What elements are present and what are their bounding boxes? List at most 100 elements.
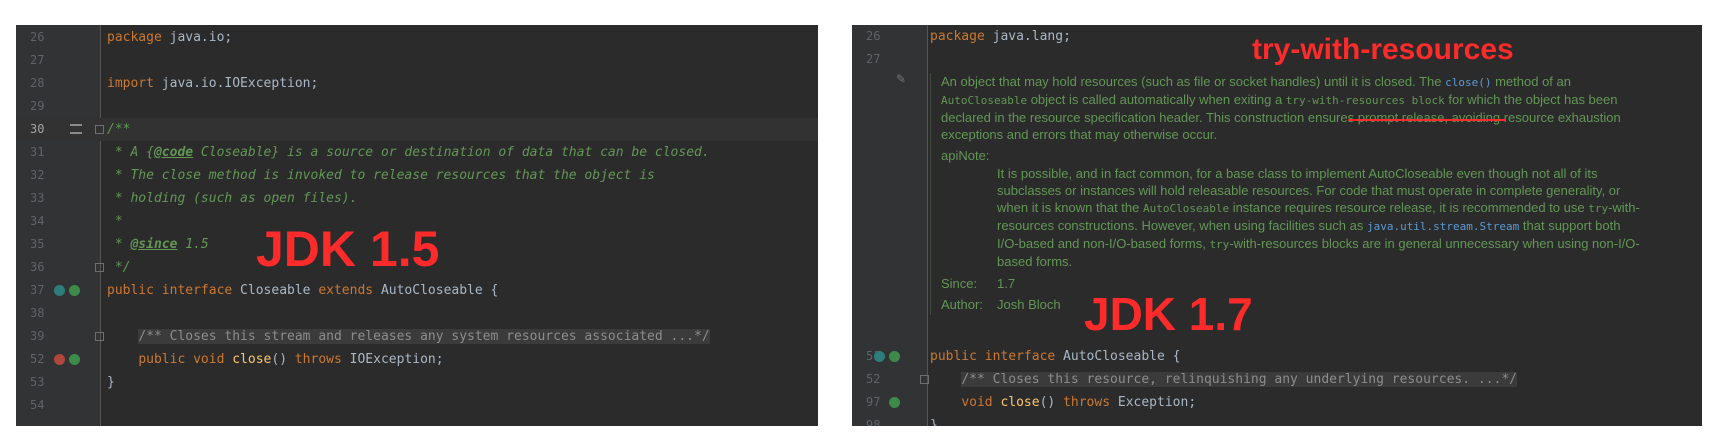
code-token: public void <box>138 352 225 367</box>
code-line[interactable]: 32 * The close method is invoked to rele… <box>16 164 818 187</box>
close-method-link[interactable]: close() <box>1445 76 1491 89</box>
code-text: public interface Closeable extends AutoC… <box>107 279 498 302</box>
code-line[interactable]: 97 void close() throws Exception; <box>852 391 1702 414</box>
code-text: package java.io; <box>107 26 232 49</box>
line-number: 26 <box>30 30 45 44</box>
fold-icon[interactable] <box>95 263 104 272</box>
api-note-key: apiNote: <box>941 148 990 163</box>
code-line[interactable]: 26 package java.io; <box>16 26 818 49</box>
code-text: * The close method is invoked to release… <box>107 164 655 187</box>
code-token: package <box>930 29 985 44</box>
code-token: IOException; <box>341 352 444 367</box>
code-text: import java.io.IOException; <box>107 72 318 95</box>
line-number: 27 <box>866 52 881 66</box>
code-text: * holding (such as open files). <box>107 187 358 210</box>
line-number: 52 <box>866 372 881 386</box>
red-underline-mark <box>1348 119 1506 121</box>
folded-comment[interactable]: /** Closes this stream and releases any … <box>138 329 710 344</box>
line-number: 37 <box>30 283 45 297</box>
code-token: () <box>1039 395 1064 410</box>
code-line[interactable]: 31 * A {@code Closeable} is a source or … <box>16 141 818 164</box>
overriding-icon[interactable] <box>69 285 80 296</box>
code-line[interactable]: 29 <box>16 95 818 118</box>
code-line[interactable]: 52 public void close() throws IOExceptio… <box>16 348 818 371</box>
code-text: /** <box>107 118 130 141</box>
code-text: public interface AutoCloseable { <box>930 345 1180 368</box>
code-token: () <box>271 352 295 367</box>
implemented-icon[interactable] <box>874 351 885 362</box>
line-number: 30 <box>30 122 45 136</box>
code-line[interactable]: 98} <box>852 414 1702 426</box>
editor-panel-jdk15: 26 package java.io; 27 28 import java.io.IOE… <box>16 25 818 426</box>
author-row: Author: Josh Bloch <box>941 297 1061 312</box>
code-line[interactable]: 27 <box>16 49 818 72</box>
code-token: Closeable <box>232 283 319 298</box>
fold-icon[interactable] <box>920 375 929 384</box>
code-line[interactable]: 51public interface AutoCloseable { <box>852 345 1702 368</box>
doc-description: An object that may hold resources (such … <box>941 74 1621 142</box>
since-row: Since: 1.7 <box>941 276 1016 291</box>
code-text: * A {@code Closeable} is a source or des… <box>107 141 710 164</box>
code-line[interactable]: 38 <box>16 302 818 325</box>
bookmark-icon[interactable] <box>70 124 82 134</box>
code-token: AutoCloseable { <box>1055 349 1181 364</box>
implemented-icon[interactable] <box>54 285 65 296</box>
code-token: Exception; <box>1110 395 1197 410</box>
code-text: /** Closes this resource, relinquishing … <box>930 368 1518 391</box>
code-text: void close() throws Exception; <box>930 391 1196 414</box>
code-line[interactable]: 28 import java.io.IOException; <box>16 72 818 95</box>
code-token: public interface <box>107 283 233 298</box>
code-token: @code <box>153 145 194 160</box>
code-text: } <box>930 414 938 426</box>
code-token: public interface <box>930 349 1056 364</box>
code-text: */ <box>107 256 131 279</box>
code-token: java.lang; <box>984 29 1071 44</box>
code-text: package java.lang; <box>930 25 1071 48</box>
overriding-icon[interactable] <box>54 354 65 365</box>
code-line[interactable]: 30 /** <box>16 118 818 141</box>
code-token: java.io; <box>161 30 233 45</box>
edit-pencil-icon[interactable]: ✎ <box>896 72 910 86</box>
code-line[interactable]: 33 * holding (such as open files). <box>16 187 818 210</box>
code-text: * <box>107 210 123 233</box>
line-number: 28 <box>30 76 45 90</box>
code-text: public void close() throws IOException; <box>107 348 444 371</box>
overriding-icon[interactable] <box>889 351 900 362</box>
code-line[interactable]: 53} <box>16 371 818 394</box>
code-token: * <box>107 237 131 252</box>
fold-icon[interactable] <box>95 125 104 134</box>
line-number: 52 <box>30 352 45 366</box>
jdk-version-label: JDK 1.5 <box>256 221 440 277</box>
code-token: throws <box>1063 395 1111 410</box>
line-number: 32 <box>30 168 45 182</box>
code-token: package <box>107 30 162 45</box>
code-token: 1.5 <box>177 237 209 252</box>
code-line[interactable]: 37 public interface Closeable extends Aut… <box>16 279 818 302</box>
code-token: /** <box>107 122 131 137</box>
line-number: 54 <box>30 398 45 412</box>
code-token: * <box>107 214 123 229</box>
line-number: 35 <box>30 237 45 251</box>
line-number: 98 <box>866 418 881 426</box>
code-token: void <box>961 395 993 410</box>
code-token: * A { <box>107 145 154 160</box>
line-number: 29 <box>30 99 45 113</box>
fold-icon[interactable] <box>95 332 104 341</box>
code-line[interactable]: 52 /** Closes this resource, relinquishi… <box>852 368 1702 391</box>
code-line[interactable]: 39 /** Closes this stream and releases a… <box>16 325 818 348</box>
rendered-javadoc: An object that may hold resources (such … <box>930 73 1641 315</box>
api-note-body: It is possible, and in fact common, for … <box>997 166 1640 269</box>
stream-link[interactable]: java.util.stream.Stream <box>1367 220 1519 233</box>
line-number: 39 <box>30 329 45 343</box>
overriding-icon[interactable] <box>889 397 900 408</box>
implemented-icon[interactable] <box>69 354 80 365</box>
code-token: */ <box>107 260 131 275</box>
code-line[interactable]: 54 <box>16 394 818 417</box>
code-token: @since <box>130 237 178 252</box>
jdk-version-label: JDK 1.7 <box>1084 288 1253 340</box>
folded-comment[interactable]: /** Closes this resource, relinquishing … <box>961 372 1518 387</box>
line-number: 33 <box>30 191 45 205</box>
